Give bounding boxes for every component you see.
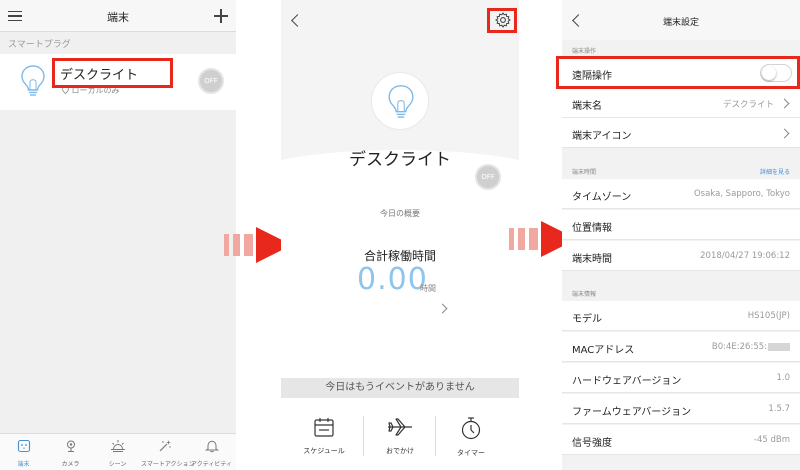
tab-scene[interactable]: シーン	[94, 438, 141, 468]
chevron-right-icon[interactable]	[437, 303, 448, 314]
tab-smart-action[interactable]: スマートアクション	[141, 438, 195, 468]
see-details-link[interactable]: 詳細を見る	[760, 167, 790, 176]
away-label: おでかけ	[386, 447, 414, 455]
divider	[363, 416, 364, 456]
chevron-right-icon	[779, 128, 790, 139]
bottom-tab-bar: 端末 カメラ シーン スマートアクション アクティビティ	[0, 433, 236, 470]
row-value: -45 dBm	[753, 435, 790, 445]
row-label: タイムゾーン	[572, 192, 632, 203]
action-bar: スケジュール おでかけ タイマー	[281, 398, 519, 470]
top-bar: 端末	[0, 0, 236, 32]
top-bar: 端末設定	[562, 0, 800, 40]
row-value: HS105(JP)	[747, 311, 790, 321]
mac-address-row: MACアドレス B0:4E:26:55:	[562, 332, 800, 362]
magic-wand-icon	[159, 440, 171, 452]
hardware-version-row: ハードウェアバージョン 1.0	[562, 363, 800, 393]
page-title: 端末	[107, 11, 129, 24]
camera-icon	[66, 440, 75, 452]
total-runtime-unit: 時間	[420, 284, 436, 293]
section-label: スマートプラグ	[8, 40, 71, 50]
power-toggle[interactable]: OFF	[475, 164, 501, 190]
row-label: モデル	[572, 314, 602, 325]
tab-activity[interactable]: アクティビティ	[188, 438, 235, 468]
mac-value: B0:4E:26:55:	[711, 342, 767, 352]
chevron-right-icon	[779, 98, 790, 109]
tab-smart-action-label: スマートアクション	[141, 461, 195, 468]
device-icon-row[interactable]: 端末アイコン	[562, 118, 800, 148]
no-events-banner: 今日はもうイベントがありません	[281, 378, 519, 398]
away-button[interactable]: おでかけ	[365, 416, 435, 456]
arrow-stripe	[244, 234, 253, 256]
tab-camera[interactable]: カメラ	[47, 438, 94, 468]
add-device-icon[interactable]	[214, 9, 228, 23]
tab-devices-label: 端末	[17, 461, 30, 468]
plug-icon	[17, 439, 30, 453]
tab-activity-label: アクティビティ	[191, 461, 232, 468]
arrow-stripe	[509, 228, 514, 250]
arrow-stripe	[233, 234, 240, 256]
signal-strength-row: 信号強度 -45 dBm	[562, 425, 800, 455]
arrow-stripe	[224, 234, 229, 256]
row-value: 1.0	[776, 373, 790, 383]
calendar-icon	[314, 418, 334, 437]
settings-highlight	[487, 8, 517, 33]
row-label: ファームウェアバージョン	[572, 407, 692, 418]
bell-icon	[204, 440, 219, 453]
tab-devices[interactable]: 端末	[0, 438, 47, 468]
tab-scene-label: シーン	[108, 461, 127, 468]
row-label: ハードウェアバージョン	[572, 376, 682, 387]
device-detail-screen: デスクライト OFF 今日の概要 合計稼働時間 0.00 時間 今日はもうイベン…	[281, 0, 519, 470]
location-row[interactable]: 位置情報	[562, 210, 800, 240]
row-value: 2018/04/27 19:06:12	[700, 251, 790, 261]
device-icon-circle	[371, 72, 429, 130]
sunrise-icon	[110, 440, 125, 452]
row-value: 1.5.7	[768, 404, 790, 414]
row-value: デスクライト	[722, 100, 774, 110]
device-name-row[interactable]: 端末名 デスクライト	[562, 88, 800, 118]
row-value: B0:4E:26:55:	[712, 342, 790, 352]
row-label: 端末アイコン	[572, 131, 632, 142]
section-header: 端末情報	[572, 291, 597, 298]
arrow-stripe	[529, 228, 538, 250]
row-label: 端末名	[572, 101, 602, 112]
row-label: 端末時間	[572, 254, 612, 265]
row-value: Osaka, Sapporo, Tokyo	[693, 189, 790, 199]
page-title: 端末設定	[662, 18, 699, 28]
redacted-block	[768, 342, 790, 351]
section-header: 端末時間	[572, 169, 597, 176]
bulb-icon	[388, 85, 414, 118]
timer-button[interactable]: タイマー	[436, 416, 506, 458]
stopwatch-icon	[461, 417, 481, 440]
summary-label: 今日の概要	[380, 209, 420, 218]
schedule-label: スケジュール	[303, 447, 345, 455]
device-time-row: 端末時間 2018/04/27 19:06:12	[562, 241, 800, 271]
device-name-highlight	[52, 58, 173, 88]
arrow-stripe	[518, 228, 525, 250]
remote-control-highlight	[556, 56, 800, 89]
row-label: 信号強度	[572, 438, 612, 449]
airplane-icon	[388, 418, 412, 436]
row-label: MACアドレス	[572, 345, 635, 356]
firmware-version-row: ファームウェアバージョン 1.5.7	[562, 394, 800, 424]
tab-camera-label: カメラ	[61, 461, 80, 468]
row-label: 位置情報	[572, 223, 612, 234]
power-toggle[interactable]: OFF	[198, 68, 224, 94]
total-runtime-value: 0.00	[357, 262, 428, 297]
section-header: 端末操作	[572, 48, 597, 55]
bulb-icon	[20, 64, 46, 102]
menu-icon[interactable]	[8, 11, 22, 21]
schedule-button[interactable]: スケジュール	[289, 416, 359, 456]
model-row: モデル HS105(JP)	[562, 301, 800, 331]
timer-label: タイマー	[457, 449, 485, 457]
timezone-row[interactable]: タイムゾーン Osaka, Sapporo, Tokyo	[562, 179, 800, 209]
